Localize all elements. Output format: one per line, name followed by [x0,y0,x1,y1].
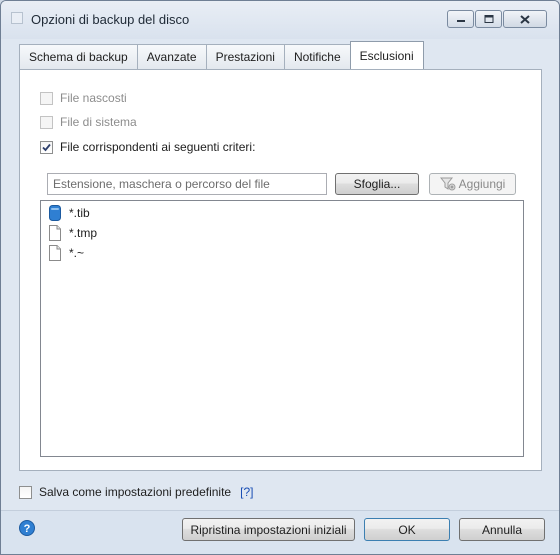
document-icon [49,225,61,241]
ok-button[interactable]: OK [364,518,450,541]
app-icon [11,12,23,24]
list-item-text: *.tmp [69,226,98,240]
tab-label: Notifiche [293,50,341,64]
browse-button-label: Sfoglia... [353,177,401,191]
hidden-files-label: File nascosti [60,91,127,105]
matching-files-option: File corrispondenti ai seguenti criteri: [40,140,255,154]
svg-text:?: ? [24,523,31,535]
hidden-files-option: File nascosti [40,91,127,105]
checkmark-icon [42,143,51,151]
exclusions-list[interactable]: *.tib *.tmp *.~ [40,200,524,457]
help-icon[interactable]: ? [19,520,35,536]
close-button[interactable] [503,10,547,28]
tab-label: Prestazioni [215,50,275,64]
save-default-option: Salva come impostazioni predefinite [?] [19,485,253,499]
minimize-button[interactable] [447,10,474,28]
maximize-button[interactable] [475,10,502,28]
matching-files-checkbox[interactable] [40,140,53,154]
close-icon [520,14,530,24]
dialog-window: Opzioni di backup del disco Schema di ba… [0,0,560,555]
system-files-label: File di sistema [60,115,137,129]
list-item-text: *.~ [69,246,85,260]
system-files-option: File di sistema [40,115,137,129]
list-item[interactable]: *.tmp [49,224,97,242]
tab-label: Esclusioni [359,48,414,63]
tab-label: Avanzate [146,50,197,64]
filter-add-icon [439,177,456,191]
ok-label: OK [398,522,416,537]
list-item[interactable]: *.tib [49,204,90,222]
list-item-text: *.tib [69,206,90,220]
tab-avanzate[interactable]: Avanzate [136,44,207,69]
help-link[interactable]: [?] [240,485,253,499]
tib-file-icon [49,205,61,221]
add-button[interactable]: Aggiungi [429,173,516,195]
tab-label: Schema di backup [29,50,128,64]
hidden-files-checkbox[interactable] [40,91,53,105]
tab-schema-di-backup[interactable]: Schema di backup [19,44,138,69]
cancel-label: Annulla [481,522,523,537]
minimize-icon [456,20,465,22]
window-controls [446,10,547,28]
tab-prestazioni[interactable]: Prestazioni [205,44,285,69]
system-files-checkbox[interactable] [40,115,53,129]
criteria-input[interactable] [47,173,327,195]
save-default-checkbox[interactable] [19,485,32,499]
browse-button[interactable]: Sfoglia... [335,173,419,195]
exclusions-panel: File nascosti File di sistema File corri… [19,69,542,471]
cancel-button[interactable]: Annulla [459,518,545,541]
reset-defaults-label: Ripristina impostazioni iniziali [190,522,347,537]
matching-files-label: File corrispondenti ai seguenti criteri: [60,140,256,154]
save-default-label: Salva come impostazioni predefinite [39,485,232,499]
add-button-label: Aggiungi [458,177,506,191]
reset-defaults-button[interactable]: Ripristina impostazioni iniziali [182,518,355,541]
document-icon [49,245,61,261]
title-bar[interactable]: Opzioni di backup del disco [1,1,559,39]
tab-notifiche[interactable]: Notifiche [283,44,351,69]
window-title: Opzioni di backup del disco [31,12,190,27]
tab-strip: Schema di backup Avanzate Prestazioni No… [19,41,424,69]
tab-esclusioni[interactable]: Esclusioni [349,41,424,69]
maximize-icon [484,15,493,23]
list-item[interactable]: *.~ [49,244,84,262]
